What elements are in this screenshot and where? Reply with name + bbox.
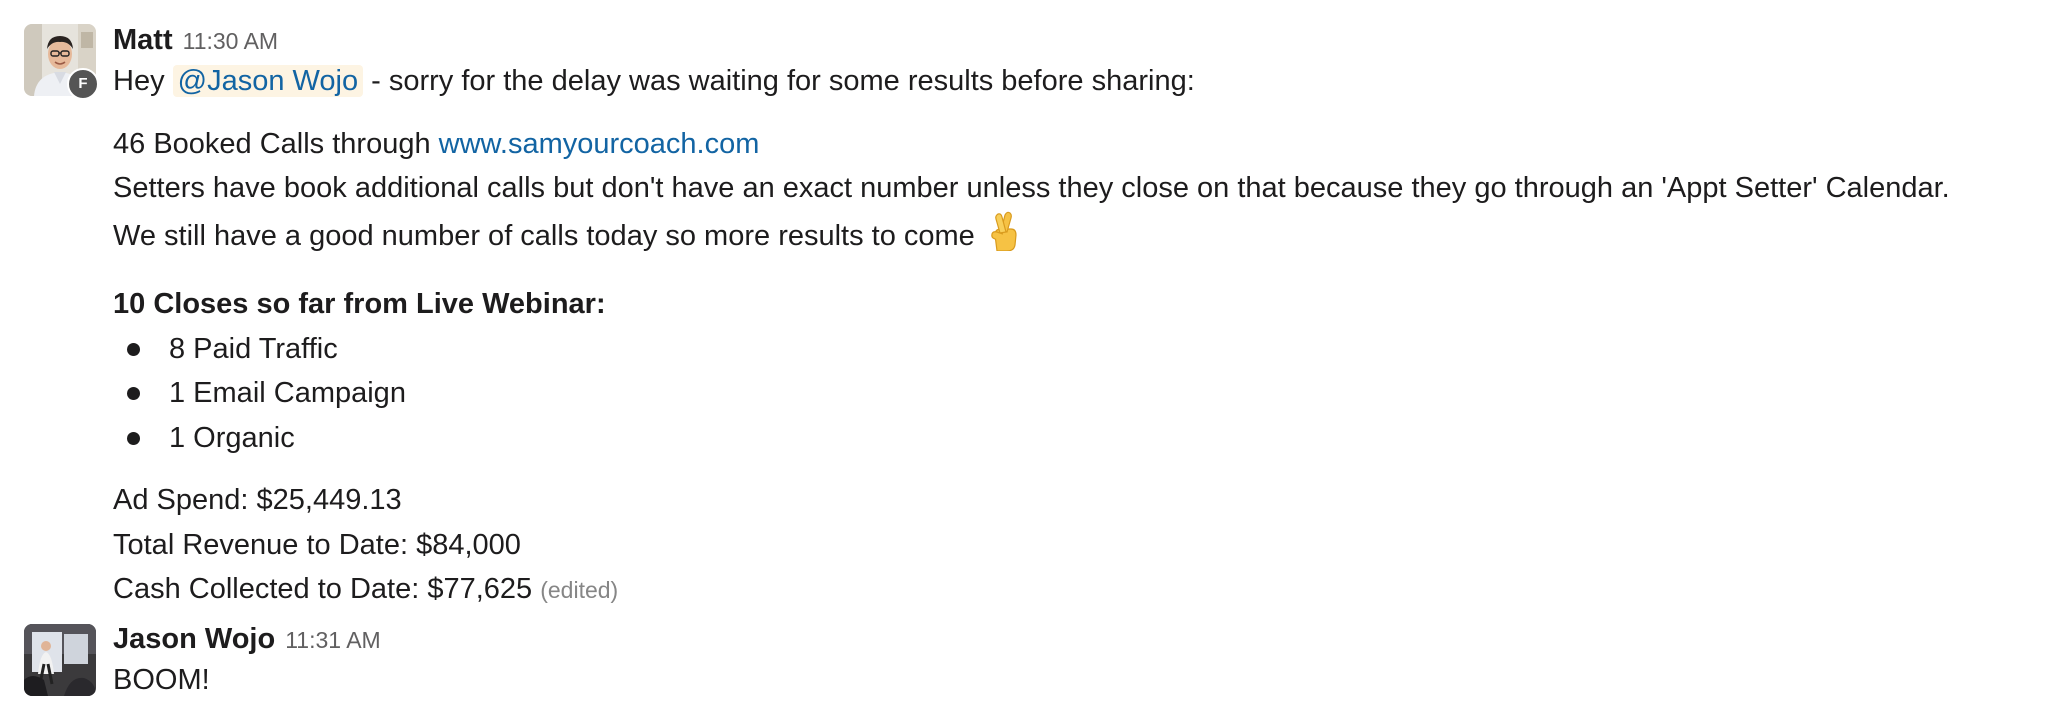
revenue-line: Total Revenue to Date: $84,000 [113,528,521,561]
list-item: 8 Paid Traffic [113,327,2013,372]
message-header: Jason Wojo 11:31 AM [113,620,2013,658]
edited-label: (edited) [540,577,619,603]
author-name[interactable]: Jason Wojo [113,623,275,655]
message-body: Jason Wojo 11:31 AM BOOM! [113,620,2013,703]
bullet-icon [127,387,140,400]
results-line: We still have a good number of calls tod… [113,211,2013,265]
bullet-icon [127,431,140,445]
booked-calls-line: 46 Booked Calls through www.samyourcoach… [113,122,2013,167]
author-name[interactable]: Matt [113,24,173,56]
website-link[interactable]: www.samyourcoach.com [439,128,760,160]
setters-line: Setters have book additional calls but d… [113,172,1950,204]
greeting-line: Hey @Jason Wojo - sorry for the delay wa… [113,59,2013,104]
list-item-label: 1 Email Campaign [169,377,406,409]
closes-heading: 10 Closes so far from Live Webinar: [113,288,606,320]
mention-jason-wojo[interactable]: @Jason Wojo [172,65,364,97]
message-timestamp[interactable]: 11:31 AM [285,627,380,653]
message-header: Matt 11:30 AM [113,21,2013,59]
list-item: 1 Email Campaign [113,371,2013,416]
message-text: BOOM! [113,664,210,696]
booked-calls-text: 46 Booked Calls through [113,127,439,160]
ad-spend-line: Ad Spend: $25,449.13 [113,484,402,516]
status-badge: F [67,68,99,100]
avatar-jason-wojo[interactable] [24,624,96,696]
message-body: Matt 11:30 AM Hey @Jason Wojo - sorry for… [113,21,2013,613]
list-item-label: 8 Paid Traffic [169,332,338,365]
bullet-icon [127,342,140,356]
results-text: We still have a good number of calls tod… [113,219,983,252]
cash-line: Cash Collected to Date: $77,625 (edited) [113,567,2013,613]
list-item-label: 1 Organic [169,421,295,454]
message-feed: F Matt 11:30 AM Hey @Jason Wojo - sorry f… [0,0,2046,712]
message-timestamp[interactable]: 11:30 AM [183,28,278,54]
list-item: 1 Organic [113,416,2013,461]
greeting-text: Hey [113,65,173,97]
closes-list: 8 Paid Traffic 1 Email Campaign 1 Organi… [113,327,2013,461]
greeting-suffix: - sorry for the delay was waiting for so… [363,65,1195,97]
crossed-fingers-icon [989,211,1021,265]
cash-text: Cash Collected to Date: $77,625 [113,573,533,605]
